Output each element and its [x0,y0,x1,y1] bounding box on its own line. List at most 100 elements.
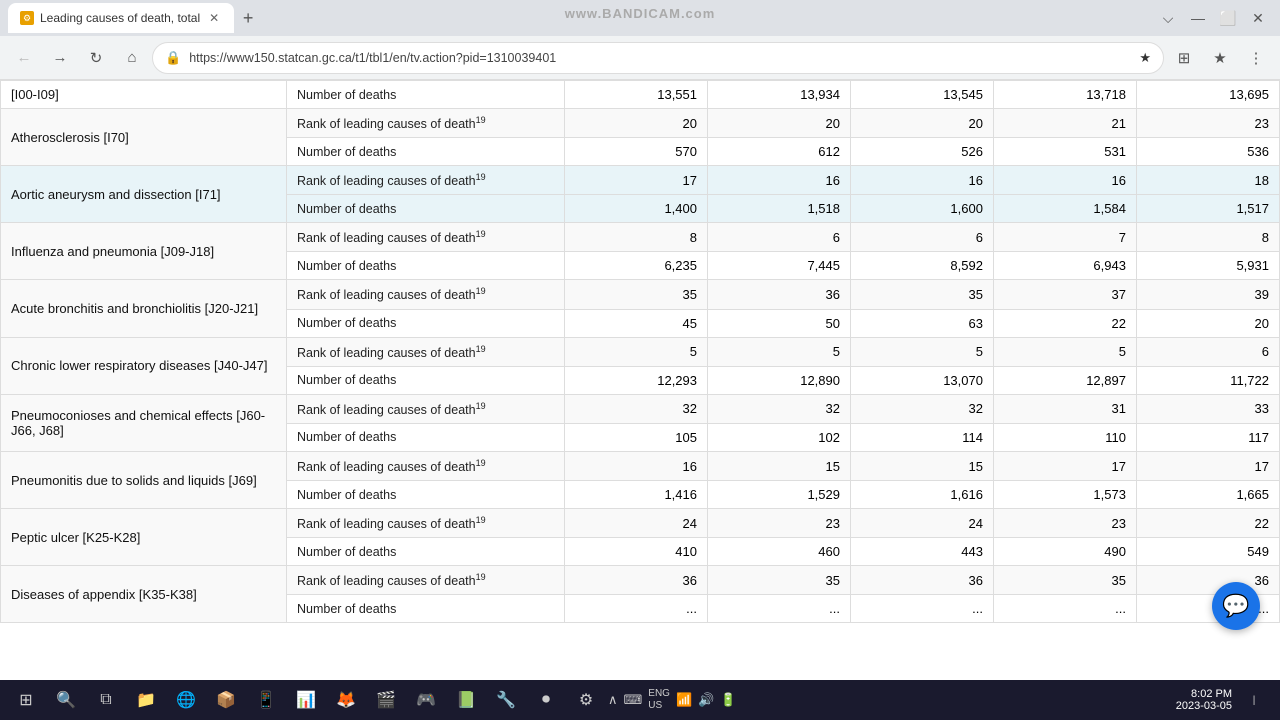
data-cell: 8,592 [850,252,993,280]
bandicam-watermark: www.BANDICAM.com [565,6,716,21]
data-cell: 17 [1136,451,1279,480]
data-cell: 536 [1136,138,1279,166]
data-cell: 23 [993,509,1136,538]
table-wrapper[interactable]: [I00-I09]Number of deaths13,55113,93413,… [0,80,1280,680]
metric-label: Rank of leading causes of death19 [286,166,564,195]
forward-button[interactable]: → [44,42,76,74]
time-display: 8:02 PM [1176,688,1232,700]
taskbar-app2[interactable]: 🎮 [408,682,444,718]
metric-label: Number of deaths [286,538,564,566]
data-cell: 460 [708,538,851,566]
extensions-button[interactable]: ⊞ [1168,42,1200,74]
address-bar[interactable]: 🔒 https://www150.statcan.gc.ca/t1/tbl1/e… [152,42,1164,74]
data-cell: 5 [565,337,708,366]
data-cell: 13,934 [708,81,851,109]
deaths-table: [I00-I09]Number of deaths13,55113,93413,… [0,80,1280,623]
data-cell: 8 [565,223,708,252]
tray-up-arrow[interactable]: ∧ [608,692,618,708]
taskbar-edge[interactable]: 🌐 [168,682,204,718]
taskbar-file-explorer[interactable]: 📁 [128,682,164,718]
system-time: 8:02 PM 2023-03-05 [1176,688,1232,712]
back-button[interactable]: ← [8,42,40,74]
data-cell: ... [708,595,851,623]
bookmark-icon[interactable]: ★ [1139,50,1151,66]
security-icon: 🔒 [165,50,181,66]
content-area: [I00-I09]Number of deaths13,55113,93413,… [0,80,1280,680]
data-cell: 23 [708,509,851,538]
data-cell: 17 [565,166,708,195]
data-cell: 13,551 [565,81,708,109]
data-cell: 102 [708,423,851,451]
data-cell: 16 [708,166,851,195]
reload-button[interactable]: ↻ [80,42,112,74]
data-cell: 11,722 [1136,366,1279,394]
metric-label: Rank of leading causes of death19 [286,451,564,480]
taskbar-netflix[interactable]: 🎬 [368,682,404,718]
data-cell: 5 [850,337,993,366]
data-cell: 1,665 [1136,481,1279,509]
data-cell: 6 [708,223,851,252]
menu-button[interactable]: ⋮ [1240,42,1272,74]
data-cell: 37 [993,280,1136,309]
show-desktop-button[interactable]: | [1236,682,1272,718]
data-cell: 1,600 [850,195,993,223]
new-tab-button[interactable]: + [234,4,262,32]
cause-cell: Chronic lower respiratory diseases [J40-… [1,337,287,394]
browser-window: www.BANDICAM.com ⚙ Leading causes of dea… [0,0,1280,720]
data-cell: 17 [993,451,1136,480]
data-cell: 12,897 [993,366,1136,394]
data-cell: 570 [565,138,708,166]
cause-cell: Pneumonitis due to solids and liquids [J… [1,451,287,508]
profile-button[interactable]: ★ [1204,42,1236,74]
taskbar-dropbox[interactable]: 📦 [208,682,244,718]
data-cell: 35 [565,280,708,309]
data-cell: 6,235 [565,252,708,280]
data-cell: 23 [1136,109,1279,138]
taskbar-firefox[interactable]: 🦊 [328,682,364,718]
minimize-button[interactable]: — [1184,4,1212,32]
data-cell: 5,931 [1136,252,1279,280]
tab-close-button[interactable]: ✕ [206,10,222,26]
metric-label: Rank of leading causes of death19 [286,337,564,366]
data-cell: 526 [850,138,993,166]
data-cell: 36 [565,566,708,595]
data-cell: 7 [993,223,1136,252]
data-cell: 20 [1136,309,1279,337]
chat-fab-button[interactable]: 💬 [1212,582,1260,630]
start-button[interactable]: ⊞ [8,682,44,718]
data-cell: 110 [993,423,1136,451]
data-cell: 20 [565,109,708,138]
taskbar-app1[interactable]: 📱 [248,682,284,718]
data-cell: 32 [708,394,851,423]
data-cell: 5 [993,337,1136,366]
cause-cell: [I00-I09] [1,81,287,109]
data-cell: 16 [565,451,708,480]
metric-label: Number of deaths [286,309,564,337]
data-cell: 8 [1136,223,1279,252]
metric-label: Rank of leading causes of death19 [286,566,564,595]
taskbar-excel[interactable]: 📗 [448,682,484,718]
close-button[interactable]: ✕ [1244,4,1272,32]
home-button[interactable]: ⌂ [116,42,148,74]
tray-wifi: 📶 [676,692,692,708]
metric-label: Rank of leading causes of death19 [286,280,564,309]
chrome-down-button[interactable]: ⌵ [1154,4,1182,32]
taskbar-rec[interactable]: ⏺ [528,682,564,718]
data-cell: 22 [993,309,1136,337]
maximize-button[interactable]: ⬜ [1214,4,1242,32]
data-cell: 5 [708,337,851,366]
data-cell: 443 [850,538,993,566]
search-button[interactable]: 🔍 [48,682,84,718]
taskbar-app3[interactable]: 🔧 [488,682,524,718]
taskbar-settings[interactable]: ⚙ [568,682,604,718]
metric-label: Number of deaths [286,595,564,623]
data-cell: 16 [993,166,1136,195]
tab-title: Leading causes of death, total [40,11,200,25]
tray-speaker: 🔊 [698,692,714,708]
data-cell: 32 [850,394,993,423]
data-cell: 6,943 [993,252,1136,280]
browser-tab[interactable]: ⚙ Leading causes of death, total ✕ [8,3,234,33]
taskbar-office[interactable]: 📊 [288,682,324,718]
task-view-button[interactable]: ⧉ [88,682,124,718]
data-cell: 63 [850,309,993,337]
